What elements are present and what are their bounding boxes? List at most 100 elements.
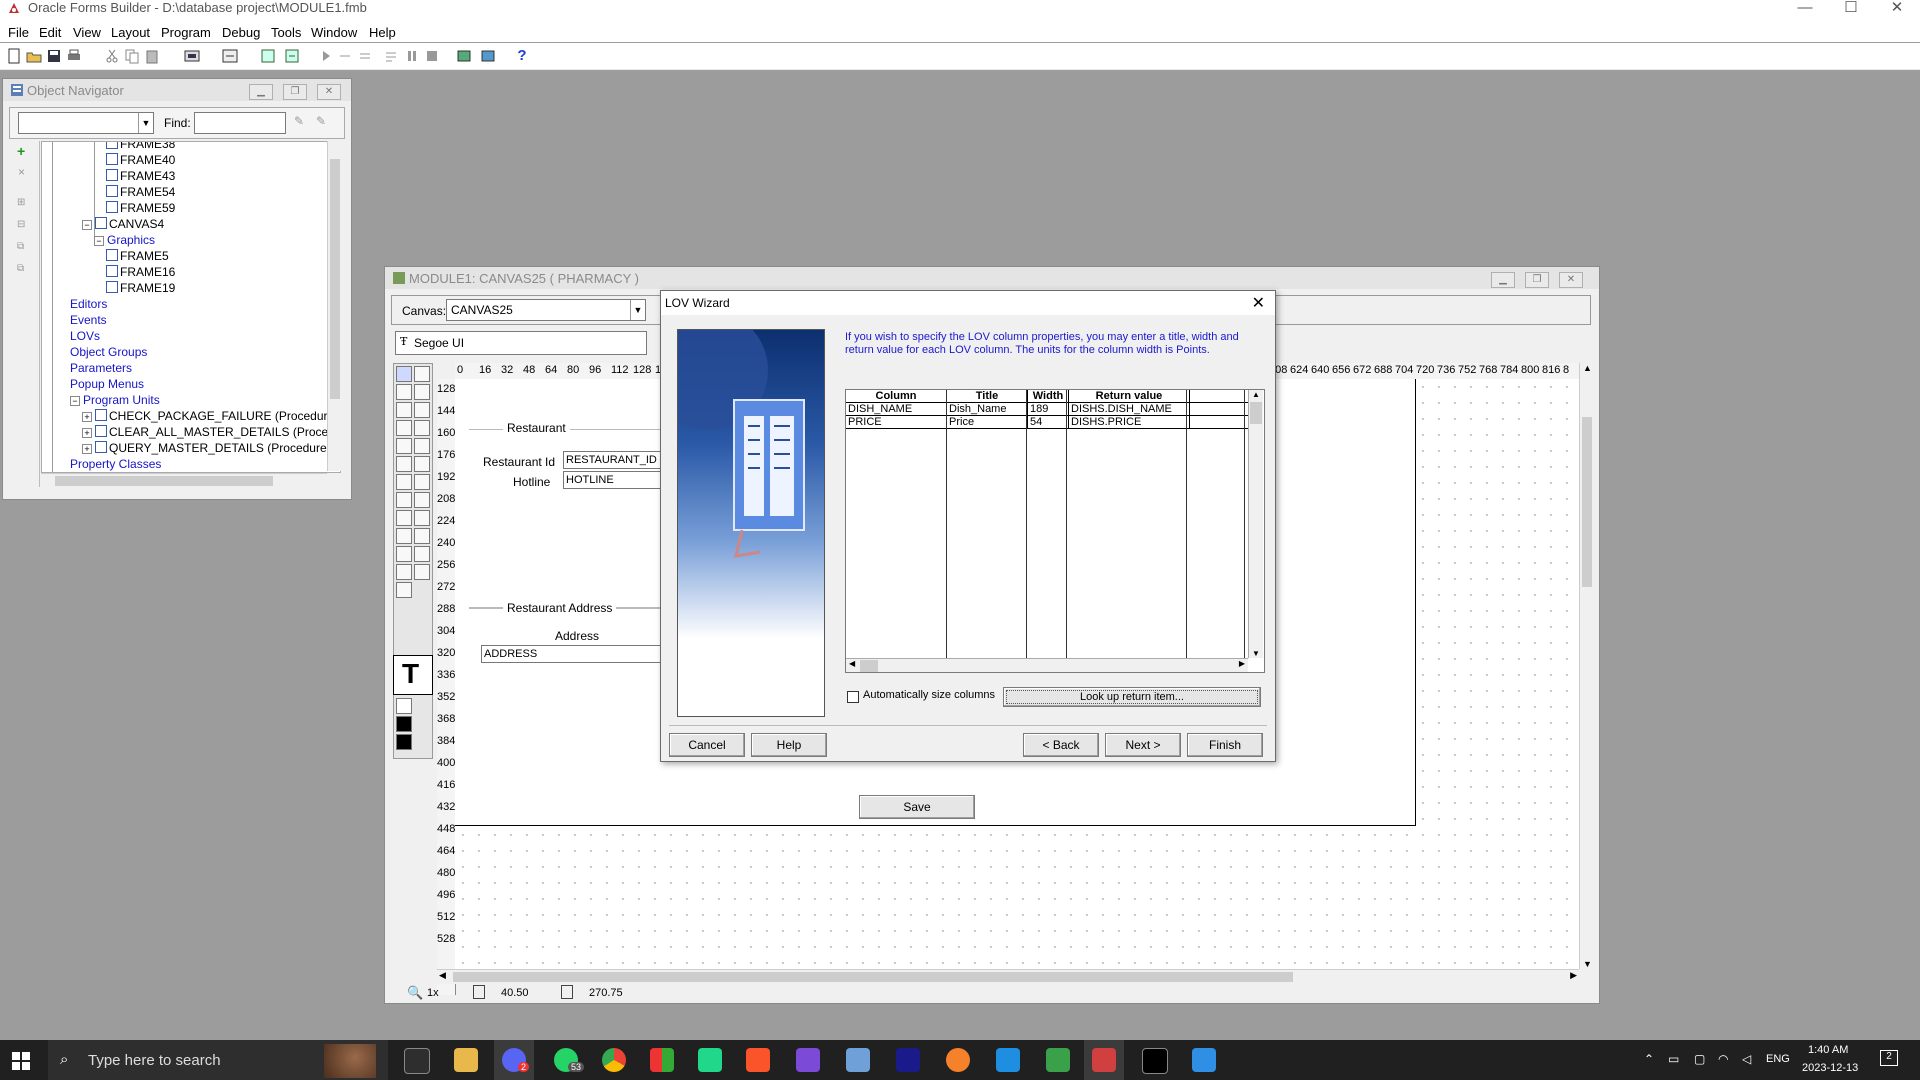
- tree-item[interactable]: FRAME54: [106, 184, 175, 200]
- notepad-icon[interactable]: [1046, 1048, 1070, 1072]
- scrollbar-thumb[interactable]: [1582, 417, 1592, 587]
- magnify-tool-icon[interactable]: [396, 384, 412, 400]
- cell-return-value[interactable]: DISHS.DISH_NAME: [1068, 402, 1190, 416]
- hotline-field[interactable]: HOTLINE: [563, 471, 667, 489]
- finish-button[interactable]: Finish: [1187, 733, 1263, 757]
- menu-file[interactable]: File: [8, 25, 29, 40]
- chevron-down-icon[interactable]: ▼: [630, 300, 645, 320]
- find-prev-icon[interactable]: ✎: [316, 114, 326, 128]
- close-button[interactable]: ✕: [1874, 0, 1920, 20]
- meet-now-icon[interactable]: ▢: [1694, 1052, 1705, 1066]
- tree-item[interactable]: Property Classes: [70, 456, 161, 472]
- collapse-icon[interactable]: −: [70, 396, 80, 406]
- navigator-close-button[interactable]: ✕: [317, 84, 341, 100]
- font-select[interactable]: Ŧ Segoe UI: [395, 331, 647, 355]
- vscode-icon[interactable]: [996, 1048, 1020, 1072]
- image-tool-icon[interactable]: [396, 528, 412, 544]
- lov-close-icon[interactable]: ✕: [1252, 293, 1265, 313]
- maximize-button[interactable]: ☐: [1828, 0, 1874, 20]
- file-explorer-icon[interactable]: [454, 1048, 478, 1072]
- text-item-tool-icon[interactable]: [414, 510, 430, 526]
- tree-item[interactable]: Object Groups: [70, 344, 147, 360]
- scrollbar-thumb[interactable]: [1250, 402, 1262, 424]
- paste-icon[interactable]: [144, 48, 160, 64]
- tree-item[interactable]: FRAME40: [106, 152, 175, 168]
- collapse-all-icon[interactable]: ⧉: [17, 263, 24, 274]
- minimize-button[interactable]: —: [1782, 0, 1828, 20]
- compile-icon[interactable]: [222, 48, 238, 64]
- go-icon[interactable]: [318, 48, 334, 64]
- scroll-down-icon[interactable]: ▼: [1583, 959, 1592, 969]
- scroll-right-icon[interactable]: ▶: [1570, 970, 1577, 981]
- scrollbar-thumb[interactable]: [55, 476, 273, 486]
- find-next-icon[interactable]: ✎: [294, 114, 304, 128]
- brave-icon[interactable]: [746, 1048, 770, 1072]
- list-item-tool-icon[interactable]: [396, 546, 412, 562]
- next-button[interactable]: Next >: [1105, 733, 1181, 757]
- menu-debug[interactable]: Debug: [222, 25, 260, 40]
- address-field[interactable]: ADDRESS: [481, 645, 685, 663]
- scroll-up-icon[interactable]: ▲: [1252, 390, 1260, 399]
- freehand-tool-icon[interactable]: [414, 456, 430, 472]
- pycharm-icon[interactable]: [698, 1048, 722, 1072]
- taskbar-search-box[interactable]: ⌕ Type here to search: [48, 1040, 388, 1080]
- polyline-tool-icon[interactable]: [414, 438, 430, 454]
- paint-icon[interactable]: [1192, 1048, 1216, 1072]
- tree-item[interactable]: Parameters: [70, 360, 132, 376]
- cancel-button[interactable]: Cancel: [669, 733, 745, 757]
- volume-icon[interactable]: ◁: [1742, 1052, 1751, 1066]
- tree-item[interactable]: − Graphics: [94, 232, 155, 248]
- tree-item[interactable]: FRAME19: [106, 280, 175, 296]
- wizard-icon[interactable]: [456, 48, 472, 64]
- help-icon[interactable]: ?: [514, 48, 530, 64]
- tree-item[interactable]: FRAME16: [106, 264, 175, 280]
- save-icon[interactable]: [46, 48, 62, 64]
- open-icon[interactable]: [26, 48, 42, 64]
- terminal-icon[interactable]: [1142, 1048, 1168, 1074]
- back-button[interactable]: < Back: [1023, 733, 1099, 757]
- layout-close-button[interactable]: ✕: [1559, 272, 1583, 288]
- look-up-return-item-button[interactable]: Look up return item...: [1003, 687, 1261, 707]
- cell-title[interactable]: Dish_Name: [946, 402, 1028, 416]
- navigator-minimize-button[interactable]: ▁: [249, 84, 273, 100]
- delete-icon[interactable]: ×: [18, 165, 25, 179]
- expand-icon[interactable]: ⊞: [17, 197, 25, 208]
- navigator-horizontal-scrollbar[interactable]: [41, 473, 327, 488]
- expand-all-icon[interactable]: ⧉: [17, 241, 24, 252]
- scrollbar-thumb[interactable]: [330, 159, 340, 399]
- discord-taskbar-item[interactable]: 2: [494, 1040, 534, 1080]
- text-tool-icon[interactable]: T: [393, 655, 433, 695]
- text-label-tool-icon[interactable]: [396, 474, 412, 490]
- copy-icon[interactable]: [124, 48, 140, 64]
- wifi-icon[interactable]: ◠: [1718, 1052, 1728, 1066]
- chart-tool-icon[interactable]: [414, 546, 430, 562]
- find-input[interactable]: [194, 112, 286, 134]
- checkbox-tool-icon[interactable]: [414, 492, 430, 508]
- radio-tool-icon[interactable]: [396, 510, 412, 526]
- auto-size-checkbox[interactable]: [847, 691, 859, 703]
- tree-item[interactable]: + QUERY_MASTER_DETAILS (Procedure Bo: [82, 440, 340, 456]
- debug-icon[interactable]: [260, 48, 276, 64]
- ellipse-tool-icon[interactable]: [396, 420, 412, 436]
- line-color-icon[interactable]: [396, 716, 412, 732]
- menu-window[interactable]: Window: [311, 25, 357, 40]
- arc-tool-icon[interactable]: [414, 420, 430, 436]
- grid-vertical-scrollbar[interactable]: ▲ ▼: [1248, 390, 1263, 658]
- stacked-canvas-tool-icon[interactable]: [414, 564, 430, 580]
- battery-icon[interactable]: ▭: [1668, 1052, 1679, 1066]
- step-over-icon[interactable]: [358, 48, 374, 64]
- tab-canvas-tool-icon[interactable]: [396, 564, 412, 580]
- tree-item[interactable]: + CLEAR_ALL_MASTER_DETAILS (Procedu: [82, 424, 340, 440]
- canvas-horizontal-scrollbar[interactable]: ◀ ▶: [437, 969, 1579, 984]
- tree-item[interactable]: FRAME38: [106, 142, 175, 152]
- task-view-icon[interactable]: [404, 1048, 430, 1074]
- text-color-icon[interactable]: [396, 734, 412, 750]
- clock-time[interactable]: 1:40 AM: [1808, 1044, 1848, 1056]
- run-form-icon[interactable]: [184, 48, 200, 64]
- cell-column[interactable]: DISH_NAME: [846, 402, 947, 416]
- chevron-up-icon[interactable]: ⌃: [1644, 1052, 1654, 1066]
- tree-item[interactable]: Popup Menus: [70, 376, 144, 392]
- expand-icon[interactable]: +: [82, 444, 92, 454]
- cell-width[interactable]: 54: [1027, 415, 1069, 429]
- tree-item[interactable]: FRAME43: [106, 168, 175, 184]
